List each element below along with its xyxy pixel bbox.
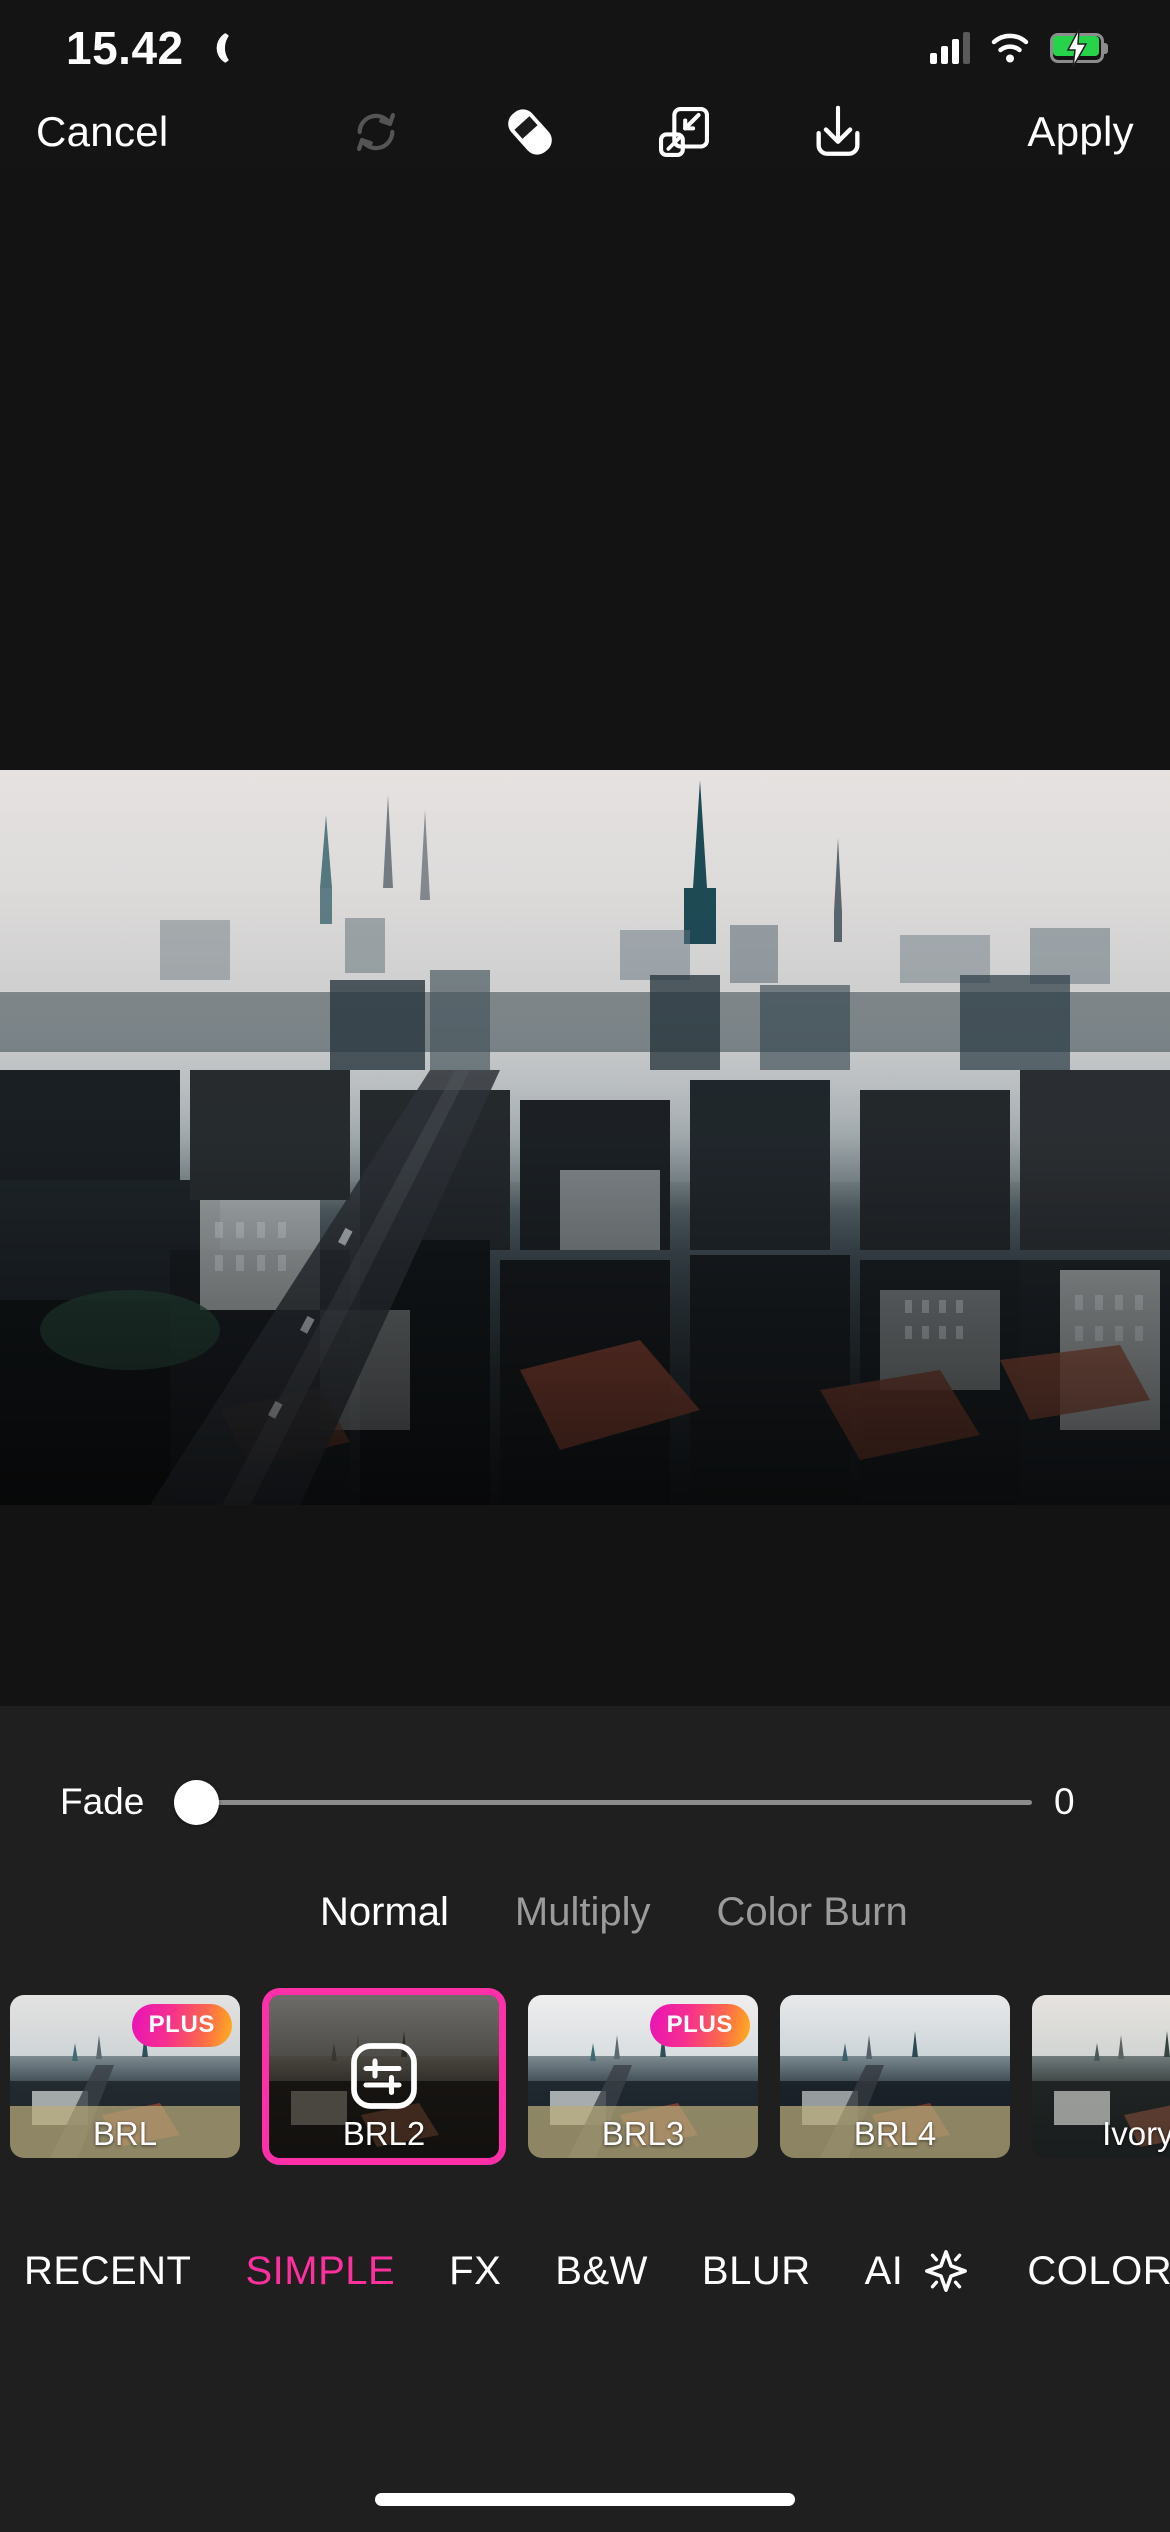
filter-thumbnail-list[interactable]: PLUS BRL BRL2 PLUS BRL3 BRL4 Ivory xyxy=(0,1984,1170,2168)
category-tab-bar[interactable]: RECENT SIMPLE FX B&W BLUR AI COLOR xyxy=(0,2216,1170,2326)
wifi-icon xyxy=(990,32,1030,64)
home-indicator[interactable] xyxy=(375,2493,795,2506)
filter-thumb-brl2[interactable]: BRL2 xyxy=(262,1987,506,2165)
tab-simple[interactable]: SIMPLE xyxy=(245,2249,395,2294)
status-bar-left: 15.42 xyxy=(66,21,234,75)
eraser-icon[interactable] xyxy=(499,101,561,163)
tab-ai-label: AI xyxy=(864,2248,904,2293)
sparkle-ai-icon xyxy=(919,2244,973,2298)
filter-thumb-ivory1[interactable]: Ivory1 xyxy=(1032,1994,1170,2158)
status-bar: 15.42 xyxy=(0,0,1170,96)
tab-fx[interactable]: FX xyxy=(449,2249,501,2294)
tab-blur[interactable]: BLUR xyxy=(702,2249,811,2294)
cellular-signal-icon xyxy=(930,32,970,64)
apply-button[interactable]: Apply xyxy=(1013,102,1148,162)
filter-thumb-label: BRL3 xyxy=(601,2114,685,2152)
compare-before-after-icon[interactable] xyxy=(653,101,715,163)
fade-value: 0 xyxy=(1054,1781,1075,1822)
tab-recent[interactable]: RECENT xyxy=(24,2249,191,2294)
fade-slider-row: Fade 0 xyxy=(0,1770,1170,1834)
plus-badge[interactable]: PLUS xyxy=(131,2003,232,2047)
cancel-button[interactable]: Cancel xyxy=(22,102,183,162)
filter-thumb-brl[interactable]: PLUS BRL xyxy=(10,1994,240,2158)
editor-toolbar: Cancel Apply xyxy=(0,96,1170,168)
filter-thumb-brl4[interactable]: BRL4 xyxy=(780,1994,1010,2158)
download-save-icon[interactable] xyxy=(807,101,869,163)
tab-ai[interactable]: AI xyxy=(865,2244,974,2298)
toolbar-icon-group xyxy=(345,101,869,163)
filter-thumb-label: BRL2 xyxy=(342,2114,426,2152)
filter-thumb-label: Ivory1 xyxy=(1102,2114,1170,2152)
filter-thumb-brl3[interactable]: PLUS BRL3 xyxy=(528,1994,758,2158)
tab-bw[interactable]: B&W xyxy=(555,2249,648,2294)
reset-icon[interactable] xyxy=(345,101,407,163)
blend-mode-color-burn[interactable]: Color Burn xyxy=(717,1890,908,1935)
filter-thumb-label: BRL xyxy=(92,2114,158,2152)
filter-panel: Fade 0 Normal Multiply Color Burn PLUS B… xyxy=(0,1706,1170,2532)
tab-color[interactable]: COLOR xyxy=(1027,2249,1170,2294)
blend-mode-row: Normal Multiply Color Burn xyxy=(0,1866,1170,1958)
status-time: 15.42 xyxy=(66,22,184,74)
editor-canvas[interactable] xyxy=(0,168,1170,1706)
status-bar-right xyxy=(930,29,1108,67)
adjust-sliders-icon[interactable] xyxy=(348,2040,420,2112)
blend-mode-normal[interactable]: Normal xyxy=(320,1890,449,1935)
battery-charging-icon xyxy=(1050,29,1108,67)
crescent-moon-icon xyxy=(200,31,234,65)
fade-slider-thumb[interactable] xyxy=(174,1779,219,1825)
plus-badge[interactable]: PLUS xyxy=(649,2003,750,2047)
fade-slider-track[interactable] xyxy=(204,1799,1032,1805)
filter-thumb-label: BRL4 xyxy=(853,2114,937,2152)
blend-mode-multiply[interactable]: Multiply xyxy=(515,1890,651,1935)
fade-label: Fade xyxy=(60,1781,145,1822)
fade-slider[interactable] xyxy=(174,1772,1032,1832)
preview-photo[interactable] xyxy=(0,770,1170,1505)
